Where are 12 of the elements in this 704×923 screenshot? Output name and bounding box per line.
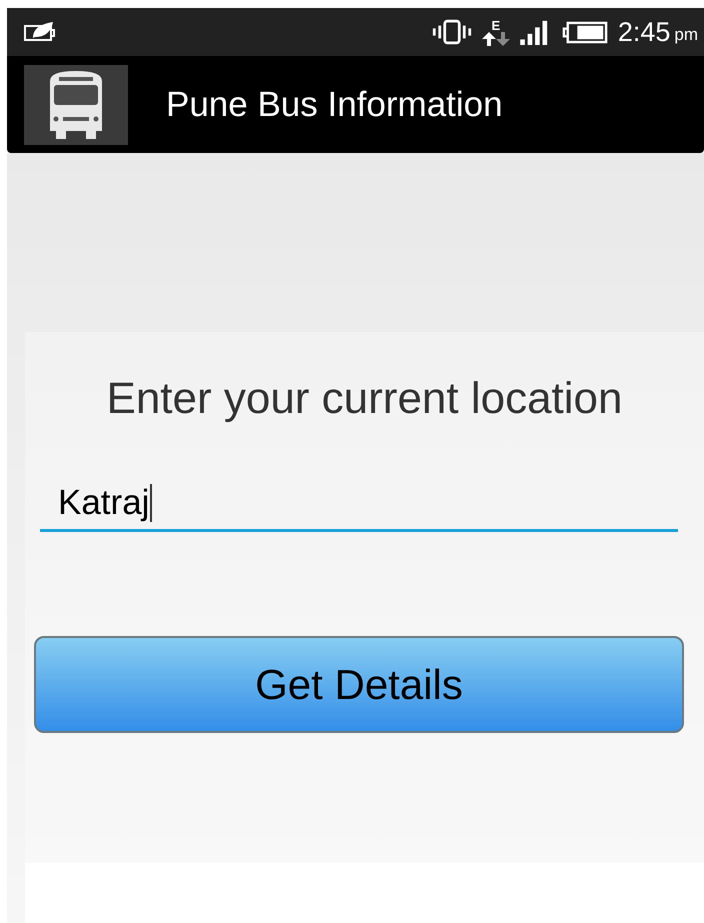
vibrate-icon (432, 19, 472, 45)
location-prompt: Enter your current location (105, 374, 624, 424)
app-title: Pune Bus Information (166, 84, 503, 124)
clock-period: pm (674, 25, 698, 45)
location-field[interactable]: Katraj (40, 476, 678, 532)
text-cursor (150, 484, 152, 522)
get-details-button[interactable]: Get Details (34, 636, 684, 733)
bus-icon (24, 64, 128, 144)
clock-time: 2:45 (618, 16, 670, 48)
data-arrows-icon (482, 32, 510, 46)
battery-icon (562, 20, 608, 44)
network-type-label: E (491, 18, 500, 32)
